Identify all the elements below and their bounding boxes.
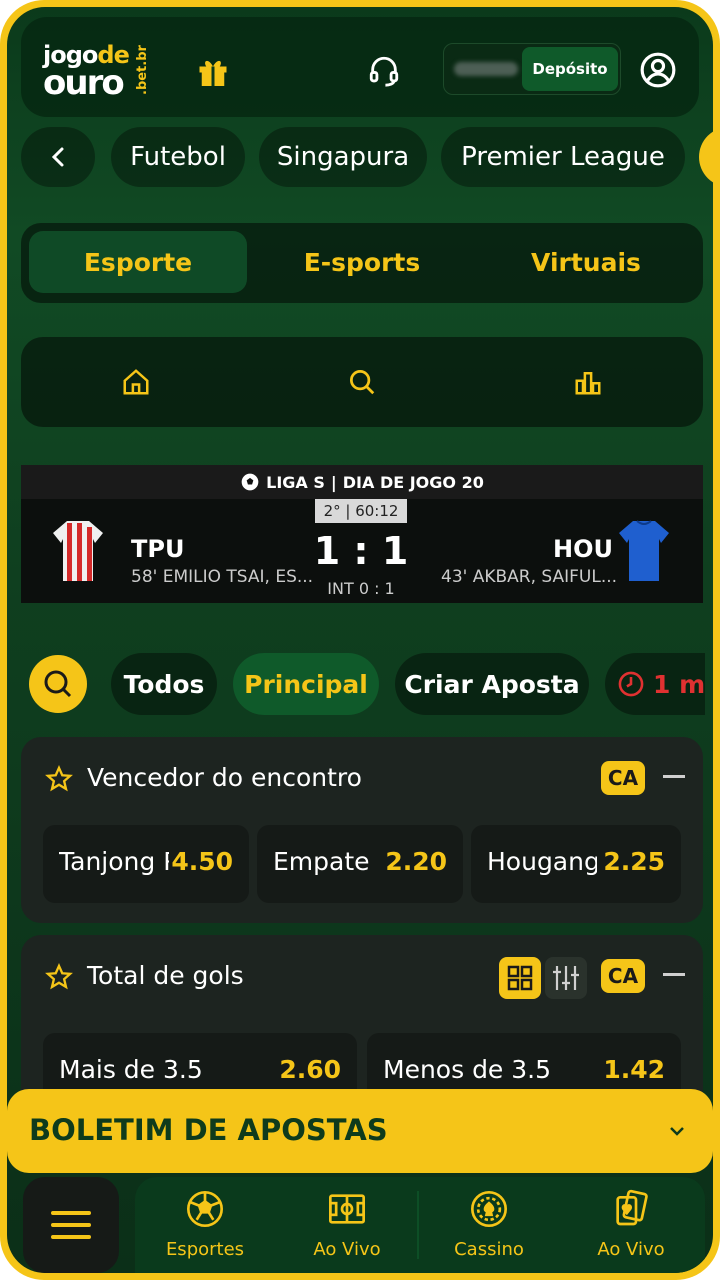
tab-esporte[interactable]: Esporte bbox=[29, 231, 247, 293]
grid-view-button[interactable] bbox=[499, 957, 541, 999]
match-header: LIGA S | DIA DE JOGO 20 bbox=[21, 465, 703, 499]
odd-value: 2.25 bbox=[603, 847, 665, 876]
app-screen: jogode ouro .bet.br Depósito Futebol Sin… bbox=[7, 7, 713, 1273]
ca-badge[interactable]: CA bbox=[601, 959, 645, 993]
filter-time-label: 1 mi bbox=[653, 669, 705, 699]
logo-main: ouro bbox=[43, 63, 125, 103]
odd-button[interactable]: Empate 2.20 bbox=[257, 825, 463, 903]
scoreboard[interactable]: 2° | 60:12 TPU 58' EMILIO TSAI, ES... 1 … bbox=[21, 499, 703, 603]
market-filters: Todos Principal Criar Aposta 1 mi bbox=[21, 653, 705, 717]
match-score: 1 : 1 bbox=[313, 529, 409, 573]
user-account-icon[interactable] bbox=[639, 51, 677, 89]
half-time-score: INT 0 : 1 bbox=[327, 579, 395, 598]
quick-icon-bar bbox=[21, 337, 703, 427]
tab-esports[interactable]: E-sports bbox=[253, 231, 471, 293]
market-search-button[interactable] bbox=[29, 655, 87, 713]
breadcrumb-country[interactable]: Singapura bbox=[259, 127, 427, 187]
star-icon[interactable] bbox=[45, 765, 73, 793]
tab-virtuais[interactable]: Virtuais bbox=[477, 231, 695, 293]
cards-icon bbox=[616, 1189, 648, 1226]
search-icon bbox=[44, 670, 72, 698]
header-separator: | bbox=[330, 472, 337, 492]
filter-settings-button[interactable] bbox=[545, 957, 587, 999]
nav-label: Ao Vivo bbox=[313, 1239, 381, 1260]
app-header: jogode ouro .bet.br Depósito bbox=[21, 17, 699, 117]
balance-box[interactable]: Depósito bbox=[443, 43, 621, 95]
balance-value-hidden bbox=[454, 62, 518, 76]
nav-label: Esportes bbox=[165, 1239, 245, 1260]
logo-suffix: .bet.br bbox=[135, 45, 150, 95]
soccer-ball-icon bbox=[187, 1191, 223, 1227]
filter-criar-aposta[interactable]: Criar Aposta bbox=[395, 653, 589, 715]
nav-cassino[interactable]: Cassino bbox=[419, 1177, 559, 1273]
filter-todos[interactable]: Todos bbox=[111, 653, 217, 715]
headset-icon[interactable] bbox=[367, 53, 401, 89]
home-icon[interactable] bbox=[121, 367, 151, 397]
pitch-icon bbox=[329, 1194, 365, 1224]
odd-button[interactable]: Hougang 2.25 bbox=[471, 825, 681, 903]
away-jersey-icon bbox=[619, 520, 669, 581]
nav-ao-vivo-casino[interactable]: Ao Vivo bbox=[561, 1177, 701, 1273]
nav-ao-vivo-sports[interactable]: Ao Vivo bbox=[277, 1177, 417, 1273]
odd-label: Empate bbox=[273, 847, 370, 876]
away-scorers: 43' AKBAR, SAIFUL... bbox=[441, 567, 618, 587]
filter-principal[interactable]: Principal bbox=[233, 653, 379, 715]
ca-badge[interactable]: CA bbox=[601, 761, 645, 795]
breadcrumb-league[interactable]: Premier League bbox=[441, 127, 685, 187]
bottom-navigation: Esportes Ao Vivo Cassino Ao Vivo bbox=[135, 1177, 705, 1273]
odd-label: Hougang bbox=[487, 847, 597, 876]
odd-value: 1.42 bbox=[603, 1055, 665, 1084]
market-title: Total de gols bbox=[87, 961, 244, 990]
search-icon[interactable] bbox=[347, 367, 377, 397]
match-clock: 2° | 60:12 bbox=[315, 499, 407, 523]
odd-value: 2.20 bbox=[385, 847, 447, 876]
sport-tabs: Esporte E-sports Virtuais bbox=[21, 223, 703, 303]
betslip-title: BOLETIM DE APOSTAS bbox=[29, 1113, 388, 1147]
market-title: Vencedor do encontro bbox=[87, 763, 362, 792]
menu-button[interactable] bbox=[23, 1177, 119, 1273]
stats-icon[interactable] bbox=[573, 367, 603, 397]
nav-label: Cassino bbox=[454, 1239, 524, 1260]
away-team-name: HOU bbox=[553, 535, 613, 563]
filter-time[interactable]: 1 mi bbox=[605, 653, 705, 715]
odd-value: 2.60 bbox=[279, 1055, 341, 1084]
breadcrumb-more[interactable] bbox=[699, 127, 713, 187]
brand-logo[interactable]: jogode ouro .bet.br bbox=[43, 41, 153, 103]
casino-chip-icon bbox=[471, 1191, 507, 1227]
home-jersey-icon bbox=[53, 521, 103, 581]
sliders-icon bbox=[553, 966, 579, 990]
chevron-left-icon bbox=[51, 147, 64, 167]
odd-label: Menos de 3.5 bbox=[383, 1055, 552, 1084]
odd-value: 4.50 bbox=[171, 847, 233, 876]
odd-label: Tanjong Pagar bbox=[59, 847, 169, 876]
match-round: DIA DE JOGO 20 bbox=[342, 472, 484, 492]
deposit-button[interactable]: Depósito bbox=[522, 47, 618, 91]
league-name: LIGA S bbox=[266, 472, 325, 492]
odd-label: Mais de 3.5 bbox=[59, 1055, 203, 1084]
collapse-icon[interactable] bbox=[663, 973, 685, 976]
market-card-winner: Vencedor do encontro CA Tanjong Pagar 4.… bbox=[21, 737, 703, 923]
clock-icon bbox=[618, 671, 644, 697]
device-frame: jogode ouro .bet.br Depósito Futebol Sin… bbox=[0, 0, 720, 1280]
nav-label: Ao Vivo bbox=[597, 1239, 665, 1260]
back-button[interactable] bbox=[21, 127, 95, 187]
chevron-down-icon[interactable] bbox=[667, 1121, 687, 1141]
gift-icon[interactable] bbox=[195, 53, 231, 89]
grid-icon bbox=[507, 965, 533, 991]
soccer-ball-icon bbox=[241, 473, 259, 491]
odd-button[interactable]: Tanjong Pagar 4.50 bbox=[43, 825, 249, 903]
breadcrumb-sport[interactable]: Futebol bbox=[111, 127, 245, 187]
breadcrumb: Futebol Singapura Premier League bbox=[21, 125, 713, 189]
collapse-icon[interactable] bbox=[663, 775, 685, 778]
home-scorers: 58' EMILIO TSAI, ES... bbox=[131, 567, 314, 587]
home-team-name: TPU bbox=[131, 535, 185, 563]
betslip-bar[interactable]: BOLETIM DE APOSTAS bbox=[7, 1089, 713, 1173]
hamburger-menu-icon bbox=[51, 1211, 91, 1239]
nav-esportes[interactable]: Esportes bbox=[135, 1177, 275, 1273]
star-icon[interactable] bbox=[45, 963, 73, 991]
